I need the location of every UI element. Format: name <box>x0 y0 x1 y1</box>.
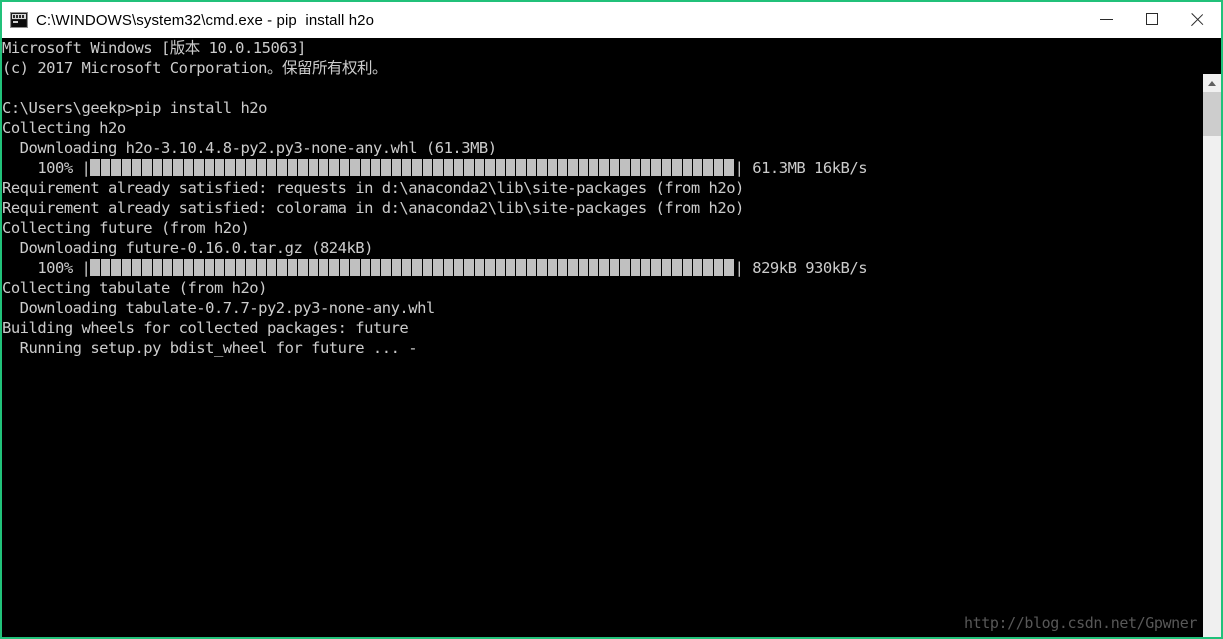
progress-size-speed: 61.3MB 16kB/s <box>743 159 868 177</box>
maximize-button[interactable] <box>1129 2 1175 36</box>
progress-percent-label: 100% <box>2 259 82 277</box>
terminal-line: Requirement already satisfied: colorama … <box>2 199 744 217</box>
scrollbar-thumb[interactable] <box>1203 92 1221 136</box>
terminal-line: Downloading tabulate-0.7.7-py2.py3-none-… <box>2 299 436 317</box>
close-button[interactable] <box>1175 2 1221 36</box>
window-title: C:\WINDOWS\system32\cmd.exe - pip instal… <box>36 11 375 29</box>
progress-bar-fill <box>90 159 735 176</box>
terminal-line: (c) 2017 Microsoft Corporation。保留所有权利。 <box>2 59 387 77</box>
maximize-icon <box>1146 13 1158 25</box>
terminal-line: Collecting future (from h2o) <box>2 219 250 237</box>
terminal-line: Running setup.py bdist_wheel for future … <box>2 339 418 357</box>
cmd-window: C:\WINDOWS\system32\cmd.exe - pip instal… <box>0 0 1223 639</box>
caption-buttons <box>1083 2 1221 38</box>
minimize-icon <box>1099 18 1113 20</box>
terminal-line: Building wheels for collected packages: … <box>2 319 409 337</box>
console-area: Microsoft Windows [版本 10.0.15063] (c) 201… <box>2 38 1221 637</box>
chevron-up-icon <box>1208 80 1216 86</box>
terminal-line: Microsoft Windows [版本 10.0.15063] <box>2 39 306 57</box>
terminal-output[interactable]: Microsoft Windows [版本 10.0.15063] (c) 201… <box>2 38 1203 637</box>
progress-bar-left-delimiter: | <box>81 159 91 177</box>
terminal-lines: Microsoft Windows [版本 10.0.15063] (c) 201… <box>2 38 868 358</box>
progress-size-speed: 829kB 930kB/s <box>743 259 868 277</box>
terminal-line: Downloading h2o-3.10.4.8-py2.py3-none-an… <box>2 139 497 157</box>
watermark-text: http://blog.csdn.net/Gpwner <box>963 614 1197 632</box>
progress-bar-fill <box>90 259 735 276</box>
minimize-button[interactable] <box>1083 2 1129 36</box>
progress-bar-line: 100% | | 829kB 930kB/s <box>2 258 868 278</box>
progress-bar-left-delimiter: | <box>81 259 91 277</box>
progress-percent-label: 100% <box>2 159 82 177</box>
title-bar[interactable]: C:\WINDOWS\system32\cmd.exe - pip instal… <box>2 2 1221 38</box>
cmd-console-icon <box>10 12 28 28</box>
progress-bar-right-delimiter: | <box>734 159 744 177</box>
terminal-line: Requirement already satisfied: requests … <box>2 179 744 197</box>
terminal-line: C:\Users\geekp>pip install h2o <box>2 99 267 117</box>
terminal-line: Collecting h2o <box>2 119 126 137</box>
terminal-line: Downloading future-0.16.0.tar.gz (824kB) <box>2 239 374 257</box>
progress-bar-line: 100% | | 61.3MB 16kB/s <box>2 158 868 178</box>
progress-bar-right-delimiter: | <box>734 259 744 277</box>
vertical-scrollbar[interactable] <box>1203 74 1221 637</box>
scroll-up-button[interactable] <box>1203 74 1221 92</box>
close-icon <box>1191 12 1205 26</box>
terminal-line: Collecting tabulate (from h2o) <box>2 279 267 297</box>
